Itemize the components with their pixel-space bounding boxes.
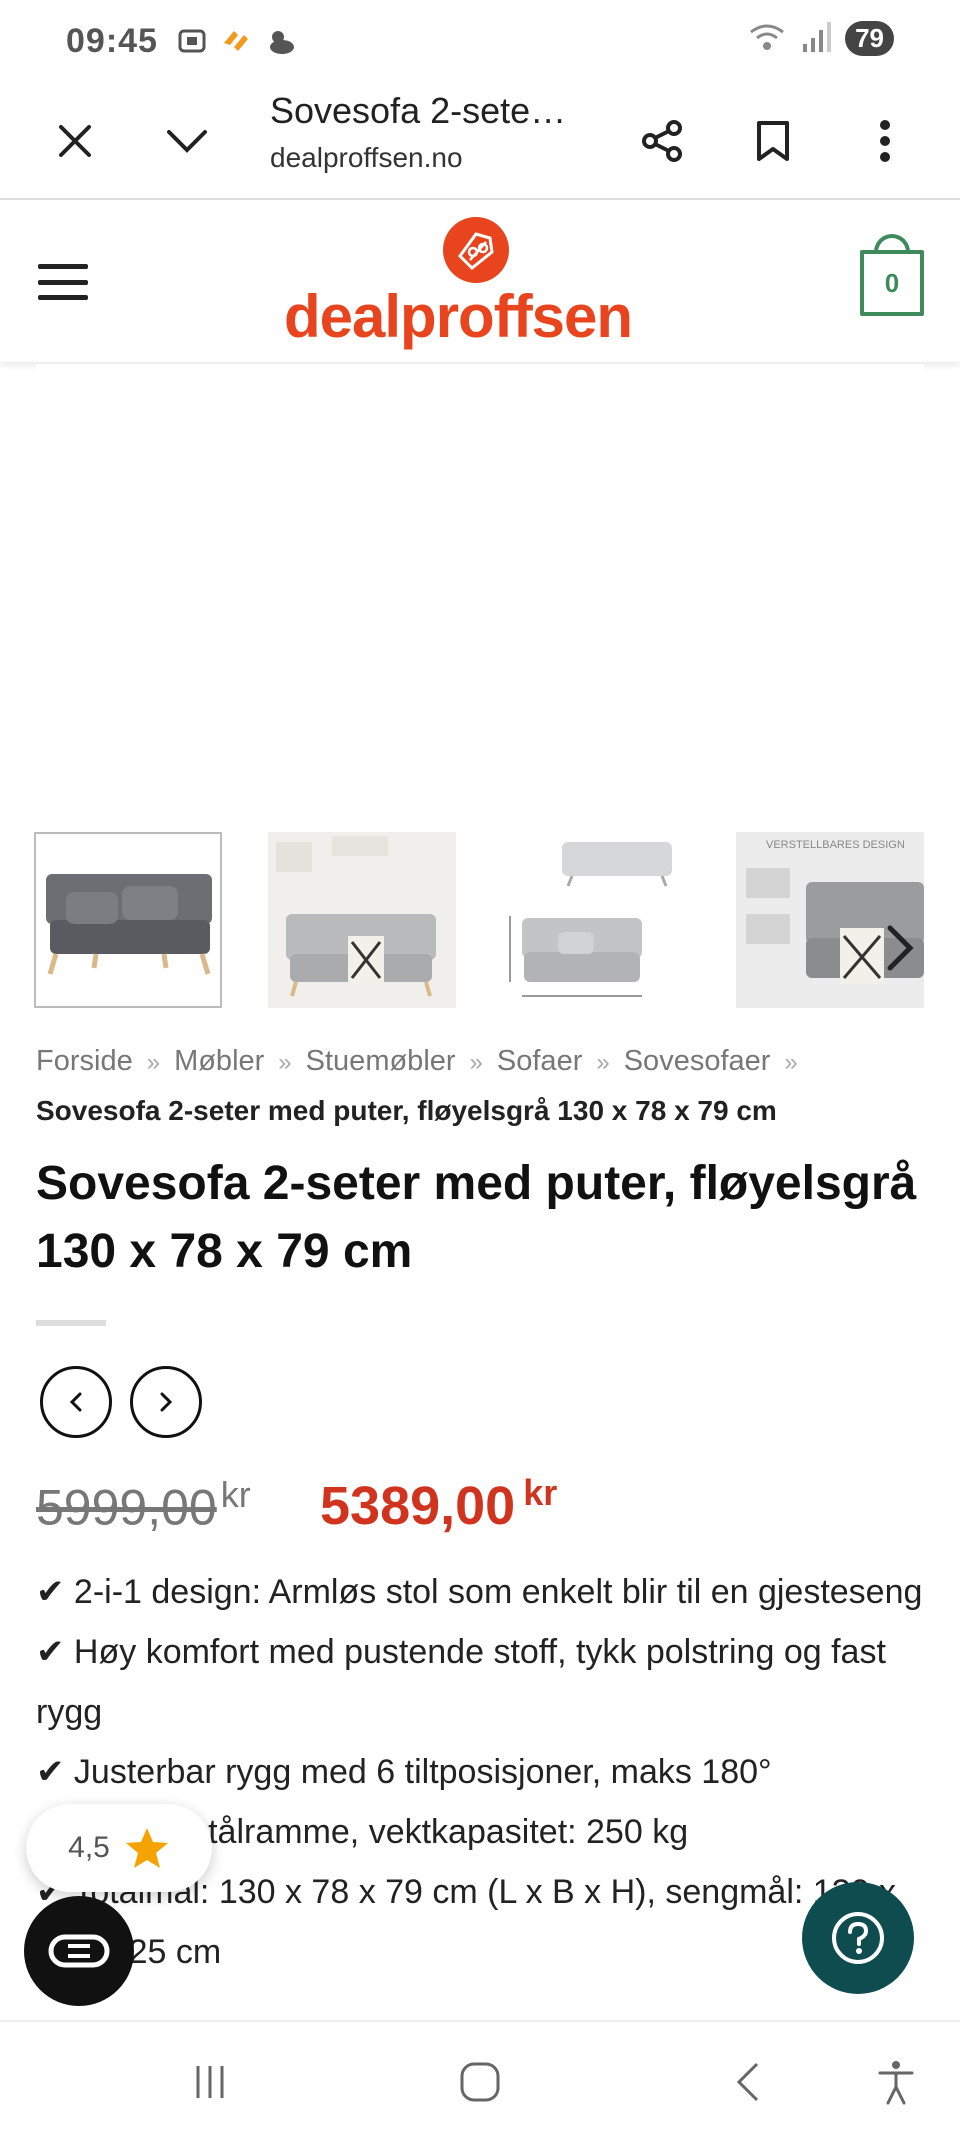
chevron-right-icon <box>887 925 914 971</box>
menu-line-icon <box>38 279 88 285</box>
cart-button[interactable]: 0 <box>860 250 924 316</box>
thumbnail-2[interactable] <box>268 832 456 1008</box>
menu-line-icon <box>38 295 88 300</box>
screenshot-icon <box>178 29 206 53</box>
bookmark-icon <box>757 121 789 161</box>
question-icon <box>832 1912 884 1964</box>
bookmark-button[interactable] <box>738 106 808 176</box>
thumbnail-gallery: VERSTELLBARES DESIGN <box>34 832 924 1008</box>
page-url[interactable]: dealproffsen.no <box>270 142 463 174</box>
next-product-button[interactable] <box>130 1366 202 1438</box>
previous-product-button[interactable] <box>40 1366 112 1438</box>
page-title[interactable]: Sovesofa 2-sete… <box>270 90 566 132</box>
product-title: Sovesofa 2-seter med puter, fløyelsgrå 1… <box>36 1157 917 1278</box>
minimize-tab-button[interactable] <box>152 106 222 176</box>
more-options-button[interactable] <box>850 106 920 176</box>
sale-price: 5389,00 kr <box>320 1472 557 1537</box>
feature-item: ✔ 2-i-1 design: Armløs stol som enkelt b… <box>36 1573 923 1611</box>
rating-value: 4,5 <box>68 1831 110 1864</box>
wifi-icon <box>750 24 784 50</box>
share-icon <box>642 120 682 162</box>
back-icon <box>736 2062 759 2102</box>
more-vertical-icon <box>880 120 890 162</box>
status-icons-right: 79 <box>747 20 894 56</box>
old-price: 5999,00 kr <box>36 1474 251 1537</box>
accessibility-button[interactable] <box>866 2052 926 2112</box>
breadcrumb-separator: » <box>278 1049 292 1076</box>
home-icon <box>460 2062 500 2102</box>
breadcrumb-separator: » <box>596 1049 610 1076</box>
breadcrumb-link-sofaer[interactable]: Sofaer <box>497 1045 582 1077</box>
logo-text: dealproffsen <box>284 283 633 350</box>
home-button[interactable] <box>450 2052 510 2112</box>
feature-item: ✔ Høy komfort med pustende stoff, tykk p… <box>36 1633 886 1731</box>
accessibility-icon <box>878 2061 914 2105</box>
breadcrumb-separator: » <box>784 1049 798 1076</box>
chat-icon <box>48 1934 110 1968</box>
old-price-value: 5999,00 <box>36 1479 217 1536</box>
status-icons-left <box>176 25 298 57</box>
breadcrumb-link-stuemobler[interactable]: Stuemøbler <box>306 1045 456 1077</box>
menu-button[interactable] <box>38 264 88 300</box>
thumb-banner-text: VERSTELLBARES DESIGN <box>766 839 905 851</box>
breadcrumb: Forside » Møbler » Stuemøbler » Sofaer » Sovesof… <box>36 1036 926 1134</box>
feature-item: ✔ Justerbar rygg med 6 tiltposisjoner, m… <box>36 1753 772 1791</box>
weather-icon <box>269 31 294 54</box>
app-notification-icon <box>223 31 248 51</box>
browser-toolbar: Sovesofa 2-sete… dealproffsen.no <box>0 82 960 200</box>
feature-list: ✔ 2-i-1 design: Armløs stol som enkelt b… <box>36 1562 926 1982</box>
help-button[interactable] <box>802 1882 914 1994</box>
breadcrumb-separator: » <box>469 1049 483 1076</box>
site-header: dealproffsen 0 <box>0 200 960 362</box>
breadcrumb-link-sovesofaer[interactable]: Sovesofaer <box>624 1045 771 1077</box>
chat-button[interactable] <box>24 1896 134 2006</box>
back-button[interactable] <box>718 2052 778 2112</box>
share-button[interactable] <box>628 106 698 176</box>
sale-price-value: 5389,00 <box>320 1476 516 1536</box>
recent-apps-button[interactable] <box>180 2052 240 2112</box>
battery-indicator: 79 <box>845 20 894 56</box>
breadcrumb-link-mobler[interactable]: Møbler <box>174 1045 264 1077</box>
sofa-room-image <box>268 832 456 1008</box>
star-icon <box>125 1828 168 1868</box>
system-navigation-bar <box>0 2020 960 2133</box>
breadcrumb-current: Sovesofa 2-seter med puter, fløyelsgrå 1… <box>36 1095 777 1126</box>
breadcrumb-separator: » <box>146 1049 161 1076</box>
menu-line-icon <box>38 264 88 269</box>
recent-apps-icon <box>196 2066 224 2098</box>
breadcrumb-link-forside[interactable]: Forside <box>36 1045 133 1077</box>
thumbnail-1[interactable] <box>34 832 222 1008</box>
title-divider <box>36 1320 106 1326</box>
site-logo[interactable]: dealproffsen <box>280 214 680 354</box>
signal-icon <box>803 22 832 52</box>
sale-price-currency: kr <box>523 1472 558 1513</box>
sofa-image <box>46 874 212 975</box>
status-time: 09:45 <box>66 21 158 60</box>
chevron-left-icon <box>69 1392 82 1412</box>
close-tab-button[interactable] <box>40 106 110 176</box>
close-icon <box>59 125 91 157</box>
status-bar: 09:45 79 <box>0 0 960 82</box>
thumbnail-next-button[interactable] <box>880 918 920 978</box>
chevron-right-icon <box>160 1392 173 1412</box>
dimensions-image <box>509 842 672 997</box>
chevron-down-icon <box>167 130 207 153</box>
thumbnail-3[interactable] <box>502 832 690 1008</box>
rating-widget[interactable]: 4,5 <box>26 1804 212 1892</box>
cart-count: 0 <box>884 267 900 298</box>
old-price-currency: kr <box>220 1474 251 1515</box>
main-product-image[interactable] <box>36 364 924 794</box>
logo-tag-icon <box>443 217 509 283</box>
